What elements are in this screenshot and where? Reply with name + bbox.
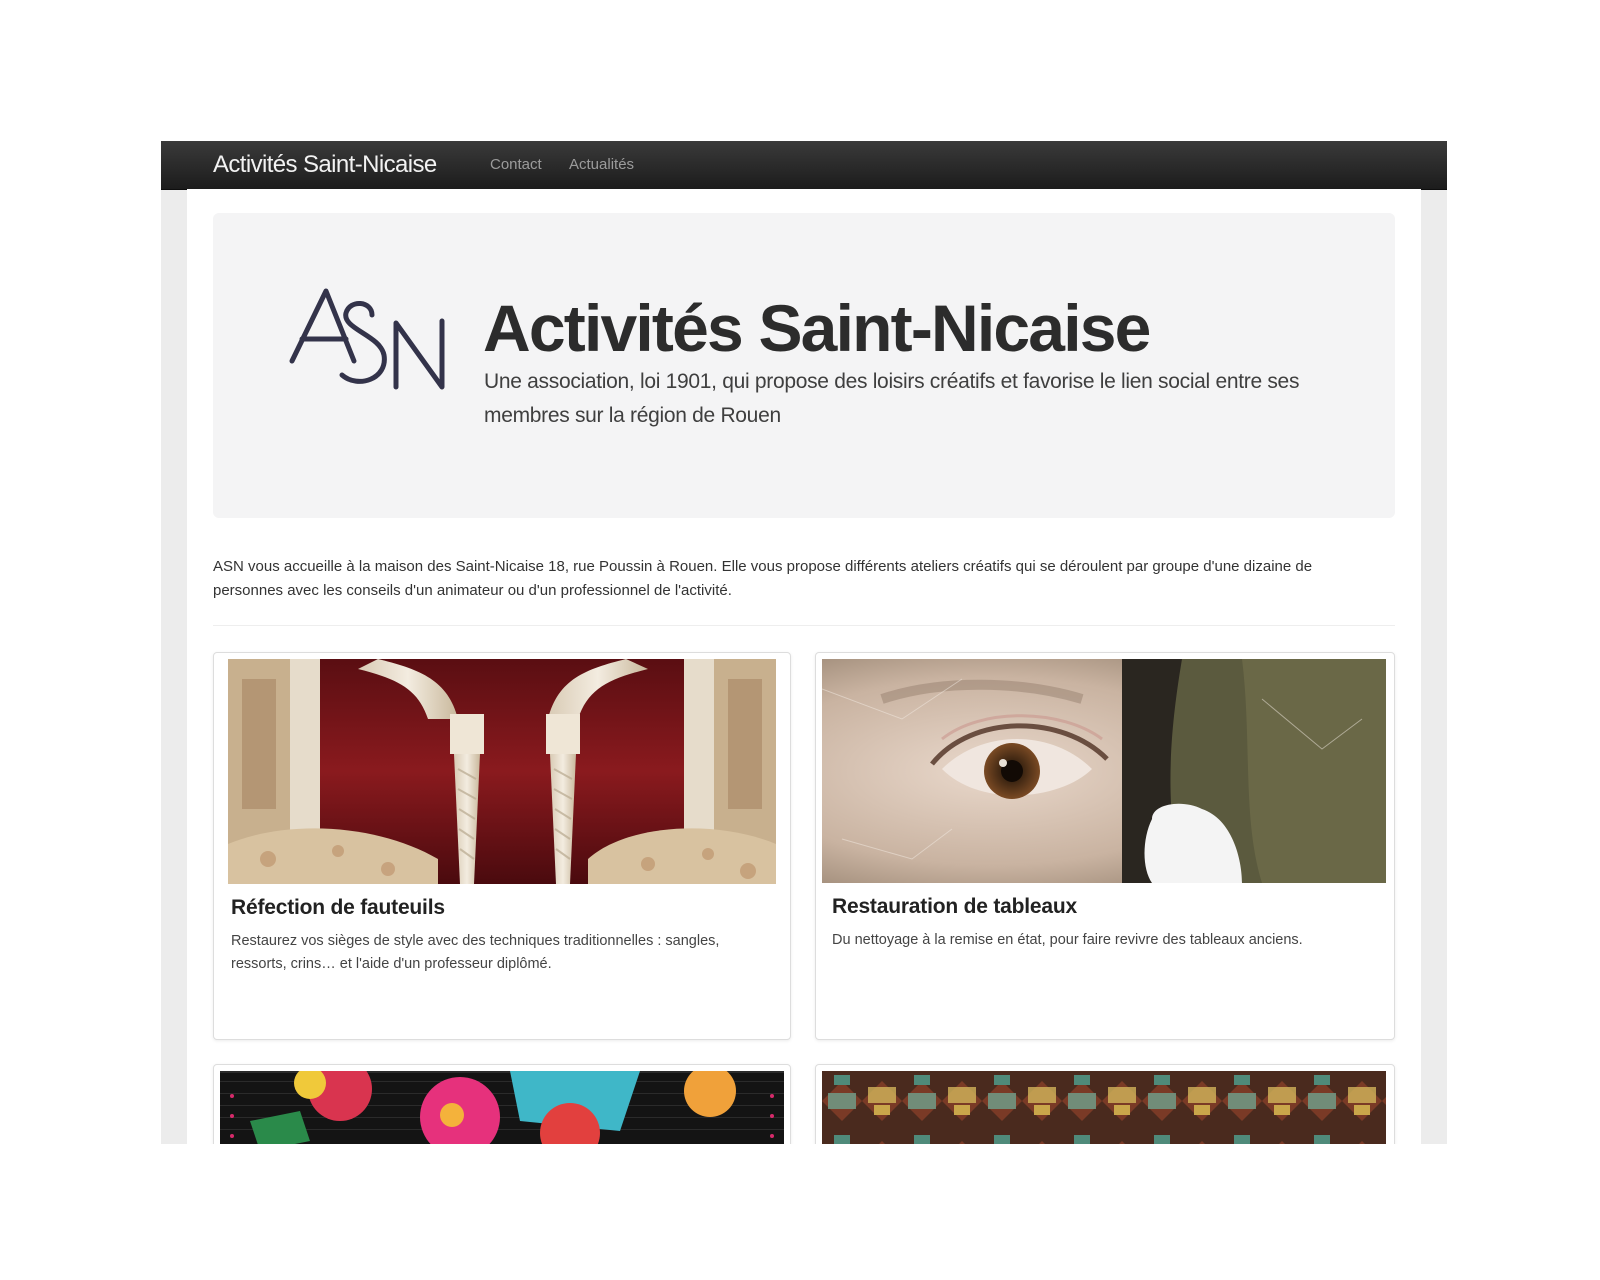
hero-title: Activités Saint-Nicaise xyxy=(483,291,1151,365)
asn-logo xyxy=(289,288,445,390)
card-description: Du nettoyage à la remise en état, pour f… xyxy=(832,932,1303,948)
hero-subtitle: Une association, loi 1901, qui propose d… xyxy=(484,370,1300,427)
navbar-brand-link[interactable]: Activités Saint-Nicaise xyxy=(213,149,437,181)
tapestry-photo xyxy=(822,1071,1386,1144)
card-title[interactable]: Restauration de tableaux xyxy=(832,895,1077,919)
nav-link-actualites[interactable]: Actualités xyxy=(569,155,634,175)
activity-card-4[interactable] xyxy=(815,1064,1395,1144)
armchair-photo xyxy=(228,659,776,884)
browser-viewport: Activités Saint-Nicaise Contact Actualit… xyxy=(161,141,1447,1144)
divider xyxy=(213,625,1395,626)
embroidery-photo xyxy=(220,1071,784,1144)
card-title[interactable]: Réfection de fauteuils xyxy=(231,896,445,920)
hero-unit: Activités Saint-Nicaise Une association,… xyxy=(213,213,1395,518)
intro-paragraph: ASN vous accueille à la maison des Saint… xyxy=(213,558,1313,599)
nav-link-contact[interactable]: Contact xyxy=(490,155,542,175)
card-description: Restaurez vos sièges de style avec des t… xyxy=(231,933,720,972)
activity-card-tableaux[interactable]: Restauration de tableaux Du nettoyage à … xyxy=(815,652,1395,1040)
activity-card-3[interactable] xyxy=(213,1064,791,1144)
activity-card-fauteuils[interactable]: Réfection de fauteuils Restaurez vos siè… xyxy=(213,652,791,1040)
page-container: Activités Saint-Nicaise Une association,… xyxy=(187,189,1421,1144)
top-navbar: Activités Saint-Nicaise Contact Actualit… xyxy=(161,141,1447,190)
painting-eye-photo xyxy=(822,659,1386,883)
